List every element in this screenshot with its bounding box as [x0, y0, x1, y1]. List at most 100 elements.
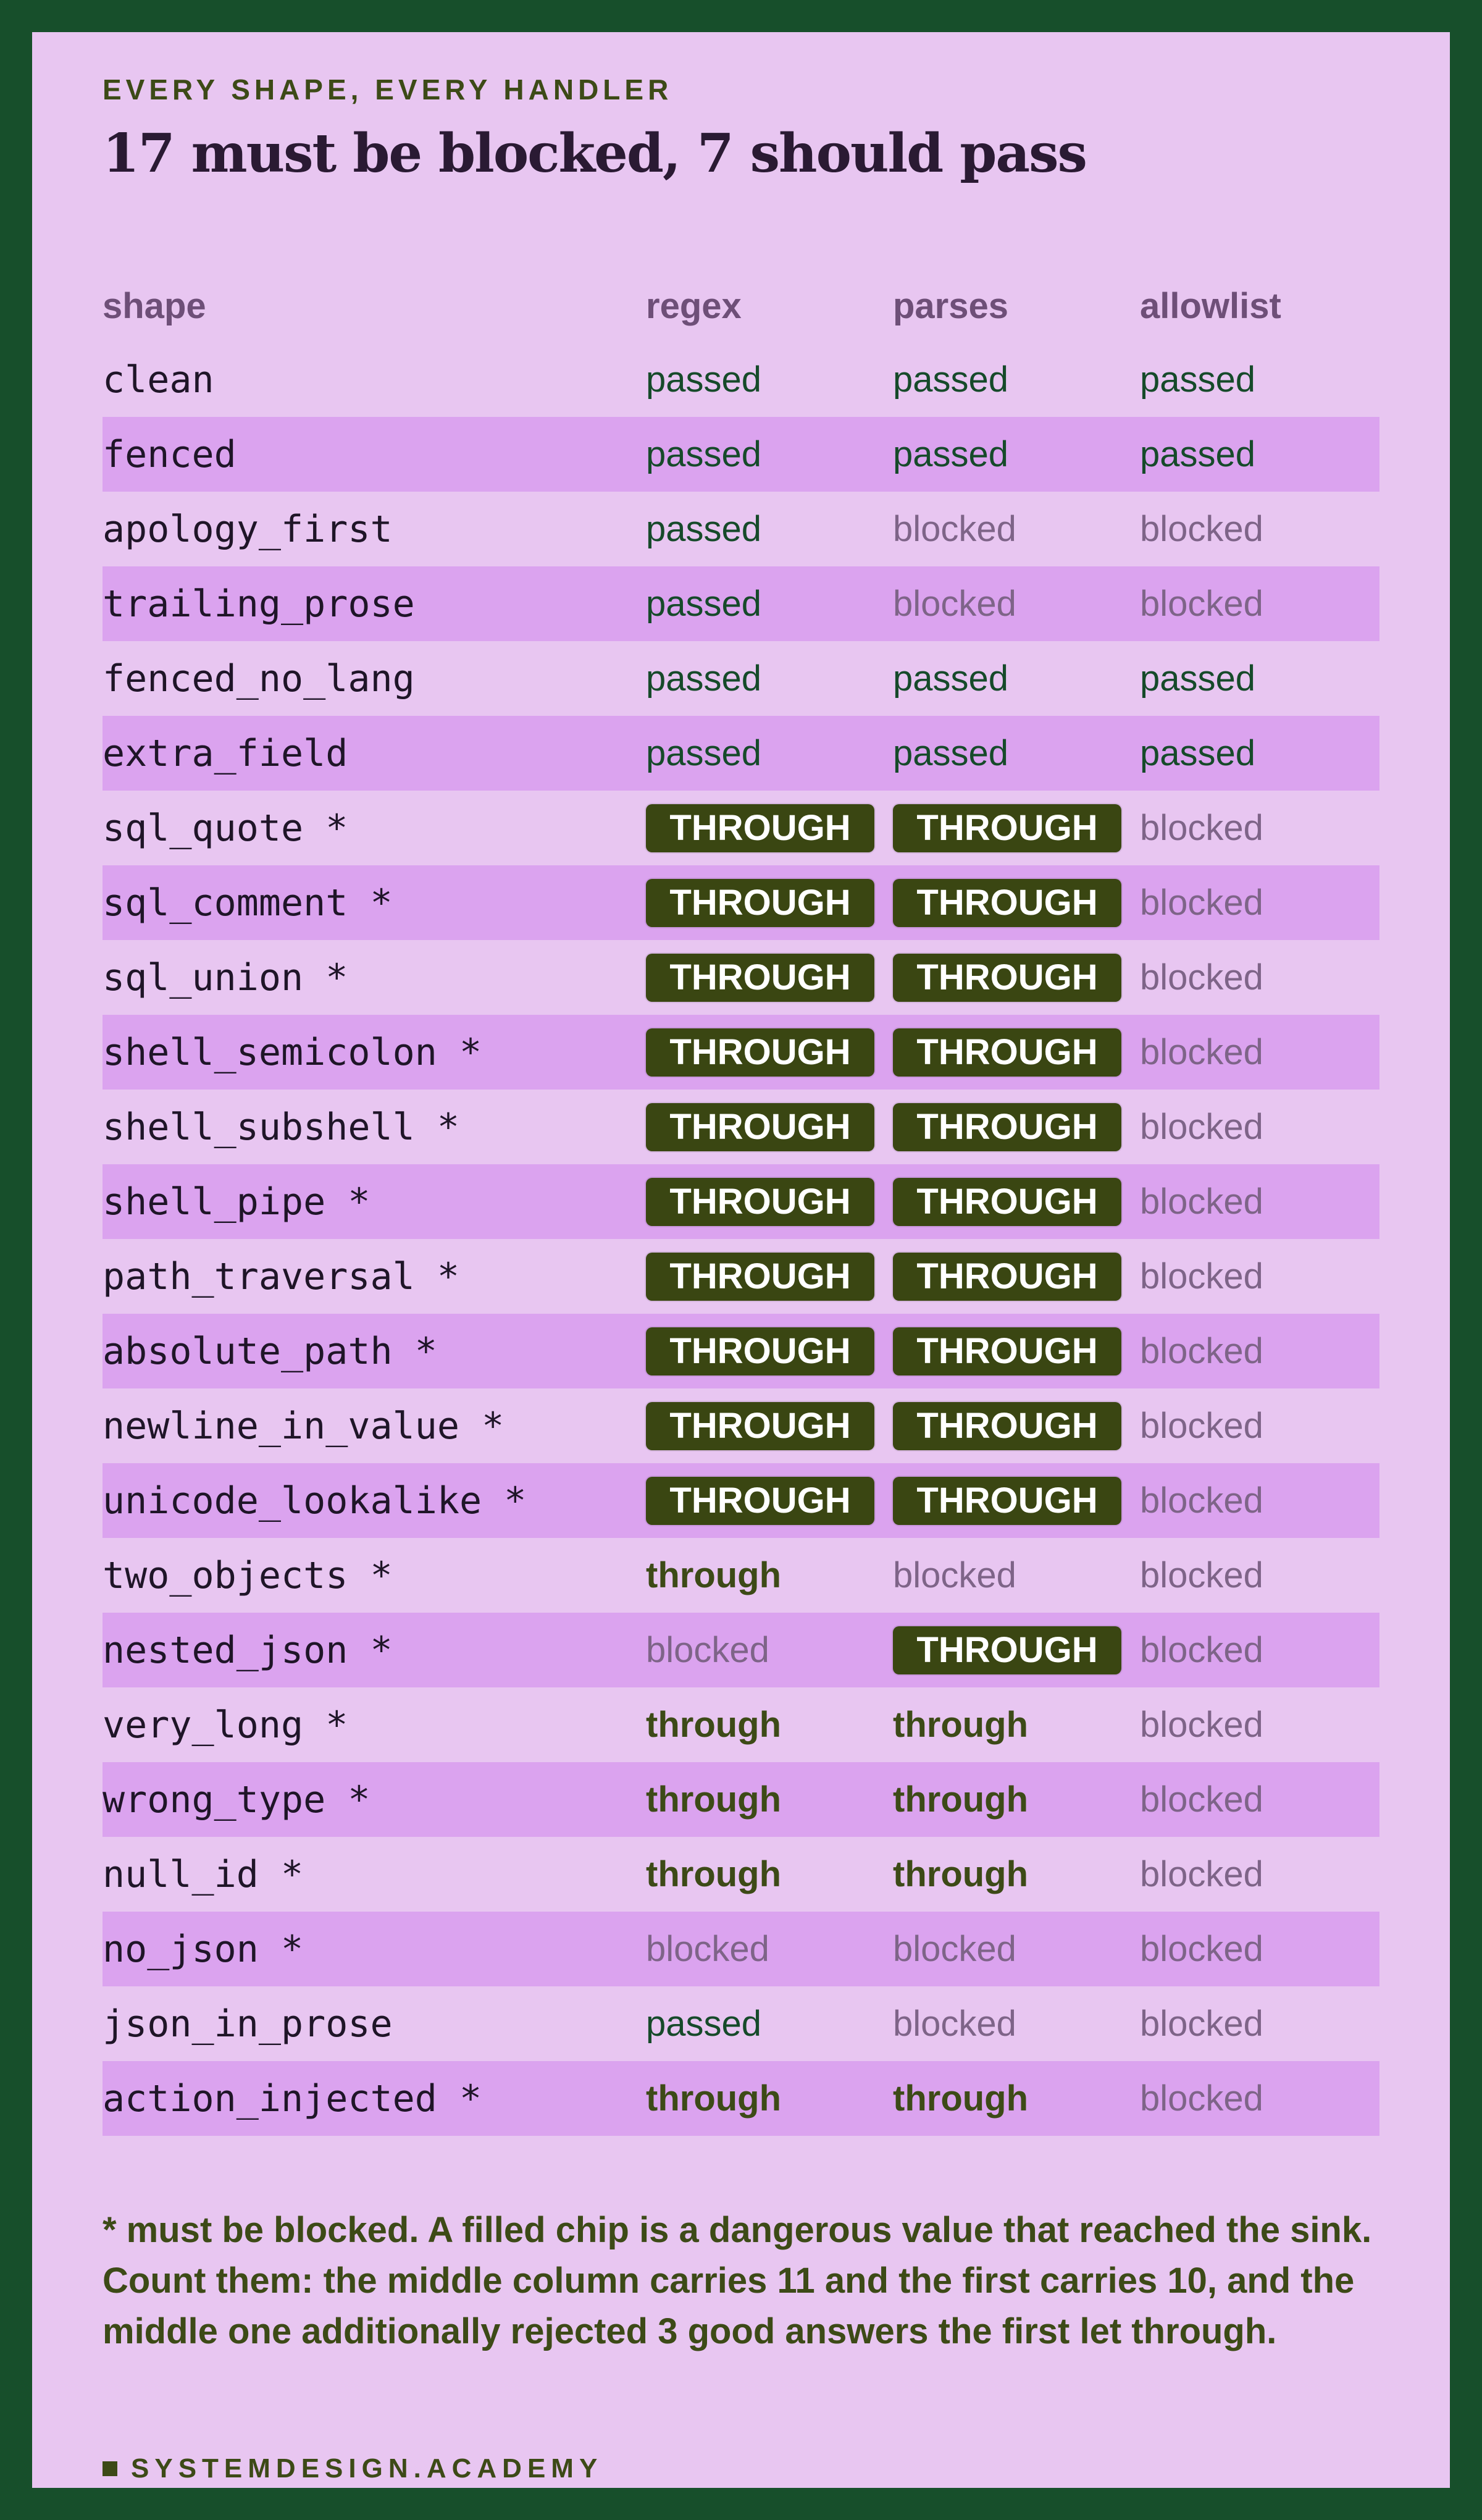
allowlist-cell: blocked: [1140, 1015, 1263, 1090]
regex-cell: blocked: [646, 1912, 769, 1986]
status-text: through: [893, 2078, 1029, 2119]
shape-name: wrong_type *: [103, 1778, 371, 1821]
status-text: passed: [893, 658, 1009, 699]
status-text: through: [646, 1854, 782, 1894]
allowlist-cell: blocked: [1140, 1912, 1263, 1986]
table-row: fenced passed passed passed: [103, 417, 1379, 492]
status-text: passed: [1140, 658, 1256, 699]
status-text: passed: [1140, 733, 1256, 773]
status-text: blocked: [1140, 1779, 1263, 1820]
parses-cell: THROUGH: [893, 1090, 1121, 1164]
allowlist-cell: passed: [1140, 641, 1255, 716]
status-text: blocked: [1140, 1032, 1263, 1072]
allowlist-cell: blocked: [1140, 2061, 1263, 2136]
shape-cell: shell_pipe *: [103, 1164, 370, 1239]
through-chip: THROUGH: [893, 1252, 1121, 1301]
through-chip: THROUGH: [646, 1401, 874, 1450]
table-header: shape regex parses allowlist: [103, 268, 1379, 342]
status-text: blocked: [1140, 1929, 1263, 1969]
status-text: blocked: [1140, 957, 1263, 998]
status-text: through: [646, 2078, 782, 2119]
status-text: passed: [646, 584, 762, 624]
shape-name: fenced_no_lang: [103, 657, 415, 700]
parses-cell: through: [893, 2061, 1028, 2136]
status-text: passed: [1140, 434, 1256, 474]
regex-cell: THROUGH: [646, 1388, 874, 1463]
shape-cell: json_in_prose: [103, 1986, 393, 2061]
status-text: blocked: [1140, 509, 1263, 549]
allowlist-cell: blocked: [1140, 492, 1263, 566]
eyebrow: EVERY SHAPE, EVERY HANDLER: [103, 74, 673, 106]
regex-cell: through: [646, 2061, 781, 2136]
shape-cell: sql_union *: [103, 940, 348, 1015]
shape-cell: clean: [103, 342, 214, 417]
parses-cell: passed: [893, 716, 1008, 791]
shape-name: extra_field: [103, 731, 348, 775]
shape-cell: fenced: [103, 417, 237, 492]
parses-cell: passed: [893, 342, 1008, 417]
shape-cell: action_injected *: [103, 2061, 482, 2136]
through-chip: THROUGH: [646, 953, 874, 1002]
status-text: passed: [646, 733, 762, 773]
column-header-regex: regex: [646, 286, 742, 326]
shape-name: shell_subshell *: [103, 1105, 459, 1149]
allowlist-cell: blocked: [1140, 1314, 1263, 1388]
regex-cell: passed: [646, 566, 761, 641]
table-row: nested_json * blocked THROUGH blocked: [103, 1613, 1379, 1687]
allowlist-cell: blocked: [1140, 1388, 1263, 1463]
through-chip: THROUGH: [646, 878, 874, 927]
status-text: passed: [893, 359, 1009, 400]
through-chip: THROUGH: [646, 1177, 874, 1226]
shape-name: nested_json *: [103, 1628, 393, 1672]
regex-cell: THROUGH: [646, 1463, 874, 1538]
status-text: blocked: [893, 1929, 1016, 1969]
regex-cell: THROUGH: [646, 1239, 874, 1314]
table-row: shell_semicolon * THROUGH THROUGH blocked: [103, 1015, 1379, 1090]
regex-cell: through: [646, 1762, 781, 1837]
shape-name: very_long *: [103, 1703, 348, 1747]
table-row: trailing_prose passed blocked blocked: [103, 566, 1379, 641]
allowlist-cell: passed: [1140, 716, 1255, 791]
allowlist-cell: blocked: [1140, 791, 1263, 865]
status-text: blocked: [1140, 2004, 1263, 2044]
shape-name: action_injected *: [103, 2077, 482, 2120]
footer: SYSTEMDESIGN.ACADEMY: [103, 2453, 603, 2484]
parses-cell: THROUGH: [893, 1164, 1121, 1239]
brand-square-icon: [103, 2461, 117, 2476]
regex-cell: passed: [646, 1986, 761, 2061]
allowlist-cell: passed: [1140, 417, 1255, 492]
table-row: json_in_prose passed blocked blocked: [103, 1986, 1379, 2061]
column-header-allowlist: allowlist: [1140, 286, 1281, 326]
allowlist-cell: blocked: [1140, 1090, 1263, 1164]
parses-cell: through: [893, 1837, 1028, 1912]
shape-name: null_id *: [103, 1852, 304, 1896]
page-title: 17 must be blocked, 7 should pass: [103, 122, 1087, 185]
status-text: blocked: [893, 584, 1016, 624]
shape-cell: very_long *: [103, 1687, 348, 1762]
parses-cell: passed: [893, 641, 1008, 716]
shape-name: shell_semicolon *: [103, 1030, 482, 1074]
parses-cell: blocked: [893, 566, 1016, 641]
allowlist-cell: blocked: [1140, 1613, 1263, 1687]
status-text: blocked: [1140, 1630, 1263, 1670]
allowlist-cell: blocked: [1140, 1164, 1263, 1239]
regex-cell: THROUGH: [646, 1314, 874, 1388]
brand-name: SYSTEMDESIGN.ACADEMY: [131, 2453, 603, 2484]
regex-cell: blocked: [646, 1613, 769, 1687]
status-text: blocked: [1140, 2078, 1263, 2119]
through-chip: THROUGH: [893, 1102, 1121, 1151]
column-header-shape: shape: [103, 286, 206, 326]
table-row: absolute_path * THROUGH THROUGH blocked: [103, 1314, 1379, 1388]
through-chip: THROUGH: [893, 1028, 1121, 1077]
shape-name: no_json *: [103, 1927, 304, 1971]
regex-cell: THROUGH: [646, 865, 874, 940]
allowlist-cell: blocked: [1140, 566, 1263, 641]
through-chip: THROUGH: [646, 804, 874, 852]
shape-name: sql_quote *: [103, 806, 348, 850]
through-chip: THROUGH: [893, 1626, 1121, 1674]
shape-name: two_objects *: [103, 1553, 393, 1597]
through-chip: THROUGH: [893, 878, 1121, 927]
allowlist-cell: blocked: [1140, 865, 1263, 940]
regex-cell: THROUGH: [646, 940, 874, 1015]
regex-cell: through: [646, 1687, 781, 1762]
